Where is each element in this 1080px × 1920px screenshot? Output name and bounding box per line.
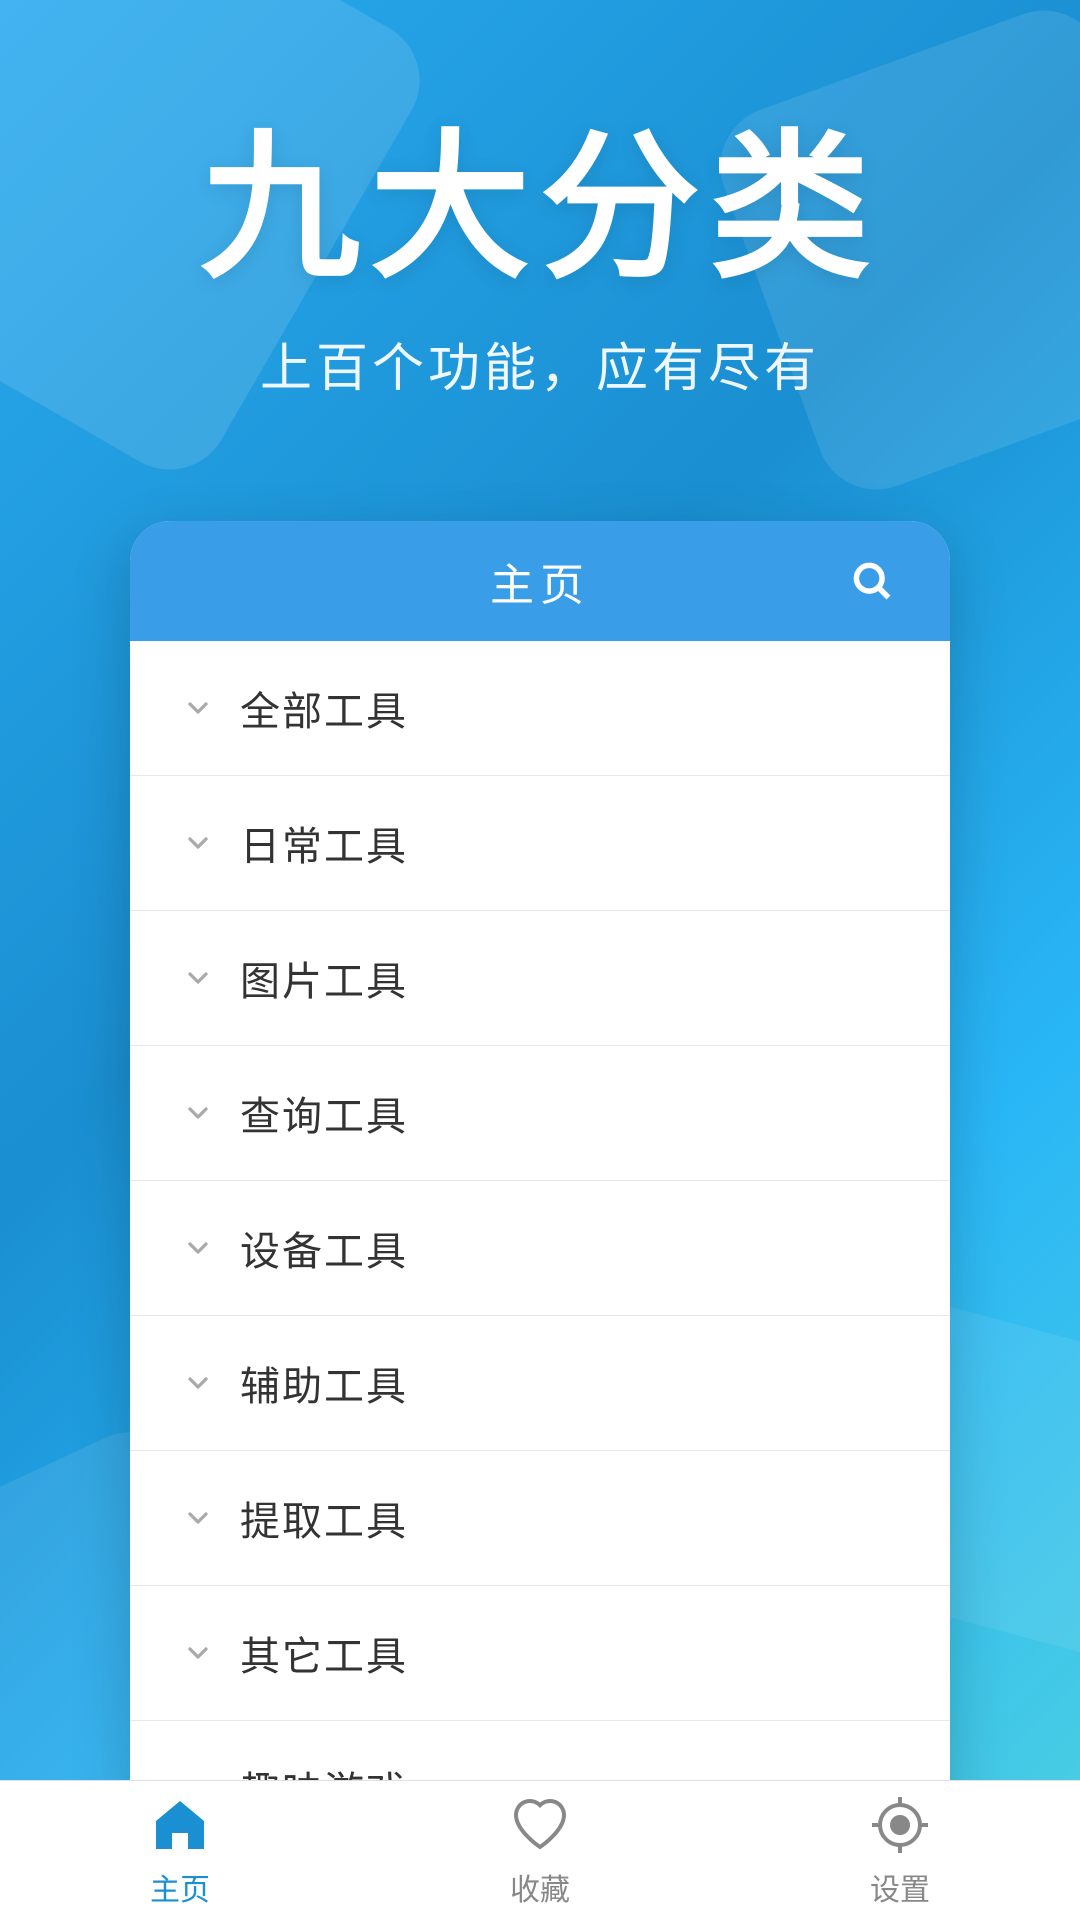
main-content: 九大分类 上百个功能，应有尽有 主页 全部工具 日常工具 <box>0 0 1080 1920</box>
tab-icon-home <box>148 1793 212 1857</box>
home-icon <box>148 1793 212 1857</box>
chevron-down-icon <box>180 825 216 861</box>
menu-item-label: 日常工具 <box>240 814 408 872</box>
chevron-down-icon <box>180 1095 216 1131</box>
menu-list: 全部工具 日常工具 图片工具 查询工具 设备工具 辅助工具 <box>130 641 950 1855</box>
card-header: 主页 <box>130 521 950 641</box>
app-card: 主页 全部工具 日常工具 图片工具 <box>130 521 950 1855</box>
tab-bar: 主页 收藏 设置 <box>0 1780 1080 1920</box>
menu-item-label: 查询工具 <box>240 1084 408 1142</box>
menu-item-extract-tools[interactable]: 提取工具 <box>130 1451 950 1586</box>
menu-item-all-tools[interactable]: 全部工具 <box>130 641 950 776</box>
tab-favorites[interactable]: 收藏 <box>360 1793 720 1909</box>
menu-item-label: 设备工具 <box>240 1219 408 1277</box>
tab-home[interactable]: 主页 <box>0 1793 360 1909</box>
menu-item-other-tools[interactable]: 其它工具 <box>130 1586 950 1721</box>
hero-subtitle: 上百个功能，应有尽有 <box>60 326 1020 401</box>
menu-item-device-tools[interactable]: 设备工具 <box>130 1181 950 1316</box>
hero-section: 九大分类 上百个功能，应有尽有 <box>0 0 1080 461</box>
menu-item-image-tools[interactable]: 图片工具 <box>130 911 950 1046</box>
card-header-title: 主页 <box>490 549 590 613</box>
hero-title: 九大分类 <box>60 120 1020 296</box>
menu-item-assist-tools[interactable]: 辅助工具 <box>130 1316 950 1451</box>
search-icon <box>850 559 894 603</box>
search-button[interactable] <box>844 553 900 609</box>
chevron-down-icon <box>180 1500 216 1536</box>
menu-item-label: 其它工具 <box>240 1624 408 1682</box>
tab-settings[interactable]: 设置 <box>720 1793 1080 1909</box>
tab-label-settings: 设置 <box>870 1865 930 1909</box>
menu-item-query-tools[interactable]: 查询工具 <box>130 1046 950 1181</box>
menu-item-label: 全部工具 <box>240 679 408 737</box>
tab-label-favorites: 收藏 <box>510 1865 570 1909</box>
menu-item-label: 提取工具 <box>240 1489 408 1547</box>
chevron-down-icon <box>180 1230 216 1266</box>
heart-icon <box>508 1793 572 1857</box>
tab-icon-favorites <box>508 1793 572 1857</box>
menu-item-label: 图片工具 <box>240 949 408 1007</box>
tab-label-home: 主页 <box>150 1865 210 1909</box>
menu-item-label: 辅助工具 <box>240 1354 408 1412</box>
menu-item-daily-tools[interactable]: 日常工具 <box>130 776 950 911</box>
tab-icon-settings <box>868 1793 932 1857</box>
chevron-down-icon <box>180 960 216 996</box>
chevron-down-icon <box>180 1365 216 1401</box>
settings-icon <box>868 1793 932 1857</box>
chevron-down-icon <box>180 1635 216 1671</box>
chevron-down-icon <box>180 690 216 726</box>
